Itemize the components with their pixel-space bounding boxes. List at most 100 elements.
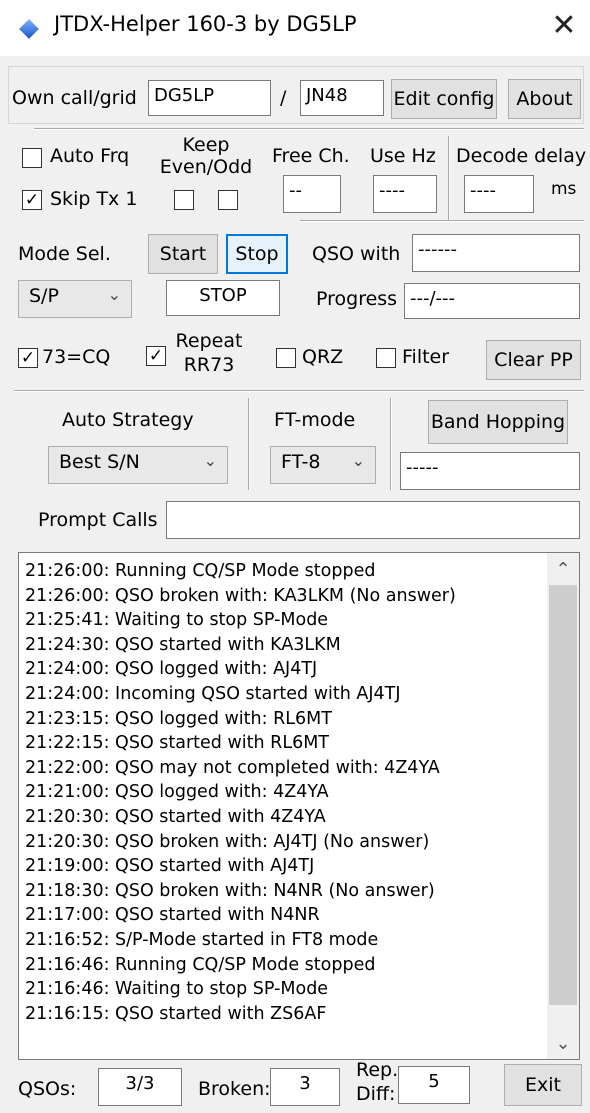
log-line: 21:18:30: QSO broken with: N4NR (No answ… bbox=[25, 880, 435, 901]
skip-tx1-checkbox[interactable]: ✓ bbox=[22, 190, 42, 210]
ft-mode-value: FT-8 bbox=[281, 451, 321, 473]
mode-status-display: STOP bbox=[166, 280, 280, 316]
use-hz-label: Use Hz bbox=[370, 145, 436, 167]
separator bbox=[34, 128, 584, 130]
own-grid-input[interactable]: JN48 bbox=[300, 80, 384, 116]
auto-frq-label: Auto Frq bbox=[50, 145, 130, 167]
ft-mode-label: FT-mode bbox=[274, 409, 356, 431]
mode-sel-label: Mode Sel. bbox=[18, 243, 111, 265]
chevron-down-icon: ⌄ bbox=[351, 451, 365, 470]
broken-value: 3 bbox=[270, 1068, 340, 1106]
log-list[interactable]: 21:26:00: Running CQ/SP Mode stopped 21:… bbox=[18, 552, 580, 1060]
title-bar[interactable]: JTDX-Helper 160-3 by DG5LP ✕ bbox=[0, 0, 590, 56]
auto-strategy-value: Best S/N bbox=[59, 451, 140, 473]
log-line: 21:16:46: Running CQ/SP Mode stopped bbox=[25, 954, 376, 975]
window-title: JTDX-Helper 160-3 by DG5LP bbox=[54, 12, 357, 36]
own-call-label: Own call/grid bbox=[12, 87, 137, 109]
cq73-label: 73=CQ bbox=[42, 346, 111, 368]
mode-select-value: S/P bbox=[29, 285, 59, 307]
decode-delay-input[interactable]: ---- bbox=[464, 175, 534, 213]
checkmark-icon: ✓ bbox=[148, 346, 164, 366]
band-display: ----- bbox=[400, 452, 580, 490]
log-line: 21:16:52: S/P-Mode started in FT8 mode bbox=[25, 929, 379, 950]
separator bbox=[390, 398, 392, 490]
log-line: 21:24:00: QSO logged with: AJ4TJ bbox=[25, 659, 318, 680]
rep-label: Rep. bbox=[356, 1059, 399, 1081]
chevron-up-icon[interactable]: ⌃ bbox=[547, 553, 579, 583]
log-line: 21:22:00: QSO may not completed with: 4Z… bbox=[25, 757, 440, 778]
prompt-calls-input[interactable] bbox=[166, 501, 580, 539]
qrz-label: QRZ bbox=[302, 346, 344, 368]
separator bbox=[14, 390, 584, 392]
skip-tx1-label: Skip Tx 1 bbox=[50, 188, 138, 210]
log-line: 21:26:00: QSO broken with: KA3LKM (No an… bbox=[25, 585, 456, 606]
log-line: 21:26:00: Running CQ/SP Mode stopped bbox=[25, 561, 376, 581]
cq73-checkbox[interactable]: ✓ bbox=[18, 348, 38, 368]
log-line: 21:22:15: QSO started with RL6MT bbox=[25, 733, 329, 754]
free-ch-label: Free Ch. bbox=[272, 145, 350, 167]
qrz-checkbox[interactable] bbox=[276, 348, 296, 368]
decode-delay-unit: ms bbox=[551, 179, 577, 199]
app-window: JTDX-Helper 160-3 by DG5LP ✕ Own call/gr… bbox=[0, 0, 590, 1113]
keep-label: Keep bbox=[182, 134, 230, 156]
log-line: 21:20:30: QSO broken with: AJ4TJ (No ans… bbox=[25, 831, 430, 852]
log-line: 21:17:00: QSO started with N4NR bbox=[25, 905, 320, 926]
repeat-rr73-checkbox[interactable]: ✓ bbox=[146, 346, 166, 366]
chevron-down-icon: ⌄ bbox=[203, 451, 217, 470]
separator bbox=[300, 220, 584, 222]
diamond-icon bbox=[19, 19, 39, 39]
filter-checkbox[interactable] bbox=[376, 348, 396, 368]
stop-button[interactable]: Stop bbox=[226, 234, 288, 274]
chevron-down-icon: ⌄ bbox=[107, 285, 121, 304]
log-line: 21:25:41: Waiting to stop SP-Mode bbox=[25, 610, 329, 631]
scroll-thumb[interactable] bbox=[549, 585, 577, 1005]
edit-config-button[interactable]: Edit config bbox=[391, 79, 497, 119]
own-call-input[interactable]: DG5LP bbox=[148, 80, 271, 116]
auto-frq-checkbox[interactable] bbox=[22, 148, 42, 168]
log-line: 21:16:15: QSO started with ZS6AF bbox=[25, 1003, 327, 1024]
log-line: 21:24:00: Incoming QSO started with AJ4T… bbox=[25, 683, 401, 704]
log-line: 21:16:46: Waiting to stop SP-Mode bbox=[25, 979, 329, 1000]
log-lines: 21:26:00: Running CQ/SP Mode stopped 21:… bbox=[25, 559, 545, 1026]
qsos-label: QSOs: bbox=[18, 1078, 77, 1100]
call-grid-separator: / bbox=[280, 87, 287, 109]
free-ch-input[interactable]: -- bbox=[283, 175, 341, 213]
log-line: 21:24:30: QSO started with KA3LKM bbox=[25, 634, 341, 655]
even-odd-label: Even/Odd bbox=[159, 156, 253, 178]
checkmark-icon: ✓ bbox=[24, 190, 40, 210]
use-hz-input[interactable]: ---- bbox=[373, 175, 437, 213]
rr73-label: RR73 bbox=[183, 354, 235, 376]
qso-with-label: QSO with bbox=[312, 243, 401, 265]
log-scrollbar[interactable]: ⌃ ⌄ bbox=[547, 553, 579, 1059]
auto-strategy-select[interactable]: Best S/N ⌄ bbox=[48, 446, 228, 484]
separator bbox=[248, 398, 250, 490]
band-hopping-button[interactable]: Band Hopping bbox=[428, 400, 568, 444]
chevron-down-icon[interactable]: ⌄ bbox=[547, 1029, 579, 1059]
diff-label: Diff: bbox=[356, 1083, 396, 1105]
separator bbox=[448, 136, 450, 220]
broken-label: Broken: bbox=[198, 1078, 271, 1100]
rep-diff-input[interactable]: 5 bbox=[398, 1066, 470, 1104]
ft-mode-select[interactable]: FT-8 ⌄ bbox=[270, 446, 376, 484]
log-line: 21:19:00: QSO started with AJ4TJ bbox=[25, 856, 315, 877]
close-icon[interactable]: ✕ bbox=[544, 6, 584, 46]
decode-delay-label: Decode delay bbox=[456, 145, 587, 167]
progress-display: ---/--- bbox=[404, 283, 580, 319]
about-button[interactable]: About bbox=[508, 79, 581, 119]
keep-odd-checkbox[interactable] bbox=[218, 190, 238, 210]
exit-button[interactable]: Exit bbox=[504, 1064, 582, 1106]
prompt-calls-label: Prompt Calls bbox=[38, 509, 158, 531]
log-line: 21:23:15: QSO logged with: RL6MT bbox=[25, 708, 332, 729]
repeat-label: Repeat bbox=[175, 330, 243, 352]
keep-even-checkbox[interactable] bbox=[174, 190, 194, 210]
clear-pp-button[interactable]: Clear PP bbox=[486, 340, 581, 380]
start-button[interactable]: Start bbox=[148, 234, 218, 274]
qso-with-input[interactable]: ------ bbox=[412, 234, 580, 272]
progress-label: Progress bbox=[316, 288, 398, 310]
checkmark-icon: ✓ bbox=[20, 348, 36, 368]
filter-label: Filter bbox=[402, 346, 450, 368]
mode-select[interactable]: S/P ⌄ bbox=[18, 280, 132, 318]
log-line: 21:20:30: QSO started with 4Z4YA bbox=[25, 806, 326, 827]
log-line: 21:21:00: QSO logged with: 4Z4YA bbox=[25, 782, 329, 803]
auto-strategy-label: Auto Strategy bbox=[62, 409, 194, 431]
